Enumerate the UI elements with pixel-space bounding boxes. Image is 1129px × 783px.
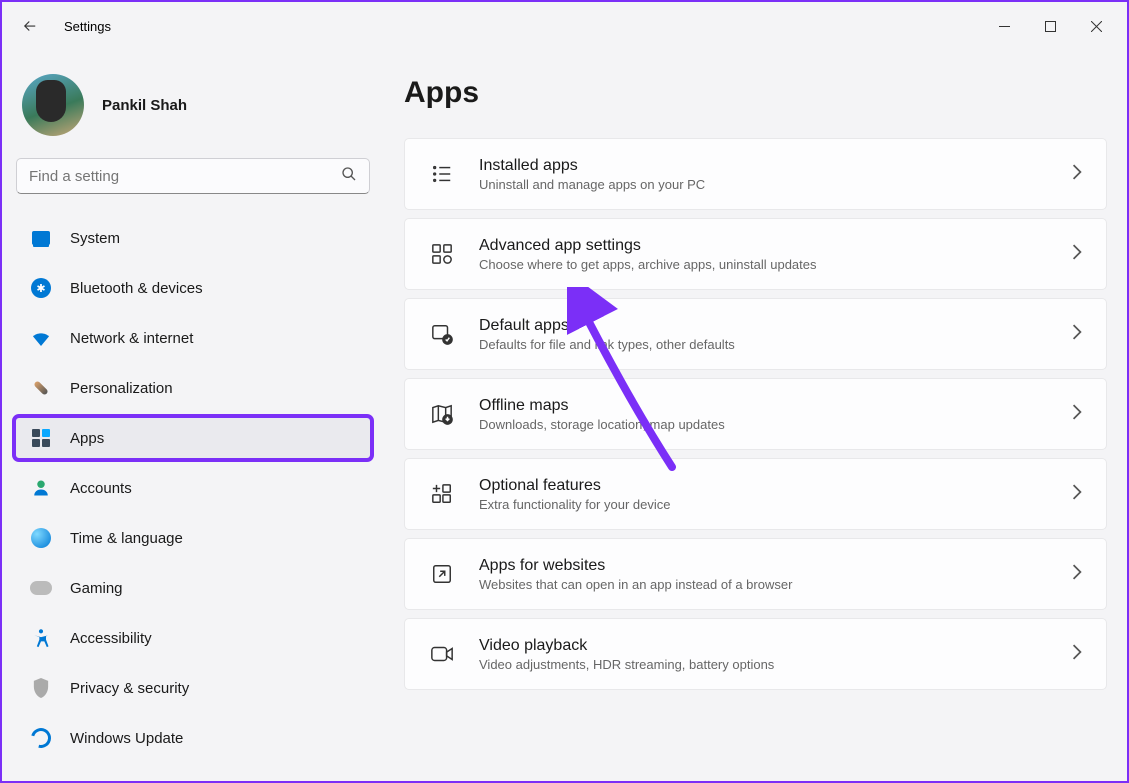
- sidebar-item-accessibility[interactable]: Accessibility: [16, 618, 370, 658]
- sidebar-item-accounts[interactable]: Accounts: [16, 468, 370, 508]
- card-subtitle: Extra functionality for your device: [479, 497, 1048, 512]
- sidebar-item-label: Gaming: [70, 580, 123, 597]
- card-offline-maps[interactable]: Offline maps Downloads, storage location…: [404, 378, 1107, 450]
- card-title: Installed apps: [479, 157, 1048, 175]
- sidebar-item-privacy[interactable]: Privacy & security: [16, 668, 370, 708]
- card-subtitle: Choose where to get apps, archive apps, …: [479, 257, 1048, 272]
- card-subtitle: Uninstall and manage apps on your PC: [479, 177, 1048, 192]
- sidebar-item-label: Bluetooth & devices: [70, 280, 203, 297]
- close-icon: [1091, 21, 1102, 32]
- chevron-right-icon: [1072, 324, 1082, 345]
- card-optional-features[interactable]: Optional features Extra functionality fo…: [404, 458, 1107, 530]
- card-title: Video playback: [479, 637, 1048, 655]
- sidebar-item-label: Accessibility: [70, 630, 152, 647]
- arrow-left-icon: [21, 17, 39, 35]
- globe-clock-icon: [30, 527, 52, 549]
- card-apps-for-websites[interactable]: Apps for websites Websites that can open…: [404, 538, 1107, 610]
- chevron-right-icon: [1072, 404, 1082, 425]
- card-title: Apps for websites: [479, 557, 1048, 575]
- card-installed-apps[interactable]: Installed apps Uninstall and manage apps…: [404, 138, 1107, 210]
- card-title: Default apps: [479, 317, 1048, 335]
- sidebar-item-label: Privacy & security: [70, 680, 189, 697]
- card-advanced-app-settings[interactable]: Advanced app settings Choose where to ge…: [404, 218, 1107, 290]
- sidebar: Pankil Shah System ✱ Bluetooth & devices…: [2, 50, 384, 781]
- apps-icon: [30, 427, 52, 449]
- back-button[interactable]: [20, 16, 40, 36]
- minimize-button[interactable]: [981, 10, 1027, 42]
- card-subtitle: Defaults for file and link types, other …: [479, 337, 1048, 352]
- sidebar-item-apps[interactable]: Apps: [16, 418, 370, 458]
- sidebar-item-label: Apps: [70, 430, 104, 447]
- card-subtitle: Downloads, storage location, map updates: [479, 417, 1048, 432]
- card-video-playback[interactable]: Video playback Video adjustments, HDR st…: [404, 618, 1107, 690]
- chevron-right-icon: [1072, 484, 1082, 505]
- person-icon: [30, 477, 52, 499]
- card-subtitle: Websites that can open in an app instead…: [479, 577, 1048, 592]
- paintbrush-icon: [30, 377, 52, 399]
- chevron-right-icon: [1072, 164, 1082, 185]
- grid-plus-icon: [429, 481, 455, 507]
- default-apps-icon: [429, 321, 455, 347]
- chevron-right-icon: [1072, 244, 1082, 265]
- sidebar-item-label: Network & internet: [70, 330, 193, 347]
- sidebar-item-personalization[interactable]: Personalization: [16, 368, 370, 408]
- accessibility-icon: [30, 627, 52, 649]
- close-button[interactable]: [1073, 10, 1119, 42]
- sidebar-item-time[interactable]: Time & language: [16, 518, 370, 558]
- shield-icon: [30, 677, 52, 699]
- open-external-icon: [429, 561, 455, 587]
- sidebar-item-label: Windows Update: [70, 730, 183, 747]
- map-download-icon: [429, 401, 455, 427]
- card-title: Advanced app settings: [479, 237, 1048, 255]
- monitor-icon: [30, 227, 52, 249]
- maximize-button[interactable]: [1027, 10, 1073, 42]
- page-title: Apps: [404, 76, 1107, 110]
- nav-list: System ✱ Bluetooth & devices Network & i…: [16, 218, 370, 768]
- sidebar-item-bluetooth[interactable]: ✱ Bluetooth & devices: [16, 268, 370, 308]
- chevron-right-icon: [1072, 644, 1082, 665]
- settings-card-list: Installed apps Uninstall and manage apps…: [404, 138, 1107, 694]
- user-profile[interactable]: Pankil Shah: [16, 68, 370, 158]
- search-input[interactable]: [29, 168, 341, 185]
- main-panel: Apps Installed apps Uninstall and manage…: [384, 50, 1127, 781]
- card-title: Offline maps: [479, 397, 1048, 415]
- list-icon: [429, 161, 455, 187]
- user-name: Pankil Shah: [102, 97, 187, 114]
- sidebar-item-label: Accounts: [70, 480, 132, 497]
- search-icon: [341, 166, 357, 187]
- sidebar-item-system[interactable]: System: [16, 218, 370, 258]
- sidebar-item-network[interactable]: Network & internet: [16, 318, 370, 358]
- search-box[interactable]: [16, 158, 370, 194]
- video-icon: [429, 641, 455, 667]
- sidebar-item-gaming[interactable]: Gaming: [16, 568, 370, 608]
- avatar: [22, 74, 84, 136]
- card-title: Optional features: [479, 477, 1048, 495]
- titlebar: Settings: [2, 2, 1127, 50]
- gamepad-icon: [30, 577, 52, 599]
- card-subtitle: Video adjustments, HDR streaming, batter…: [479, 657, 1048, 672]
- sidebar-item-label: Personalization: [70, 380, 173, 397]
- minimize-icon: [999, 21, 1010, 32]
- sidebar-item-label: Time & language: [70, 530, 183, 547]
- card-default-apps[interactable]: Default apps Defaults for file and link …: [404, 298, 1107, 370]
- sidebar-item-label: System: [70, 230, 120, 247]
- wifi-icon: [30, 327, 52, 349]
- update-icon: [30, 727, 52, 749]
- sidebar-item-update[interactable]: Windows Update: [16, 718, 370, 758]
- app-title: Settings: [64, 19, 111, 34]
- apps-gear-icon: [429, 241, 455, 267]
- bluetooth-icon: ✱: [30, 277, 52, 299]
- chevron-right-icon: [1072, 564, 1082, 585]
- window-controls: [981, 10, 1119, 42]
- maximize-icon: [1045, 21, 1056, 32]
